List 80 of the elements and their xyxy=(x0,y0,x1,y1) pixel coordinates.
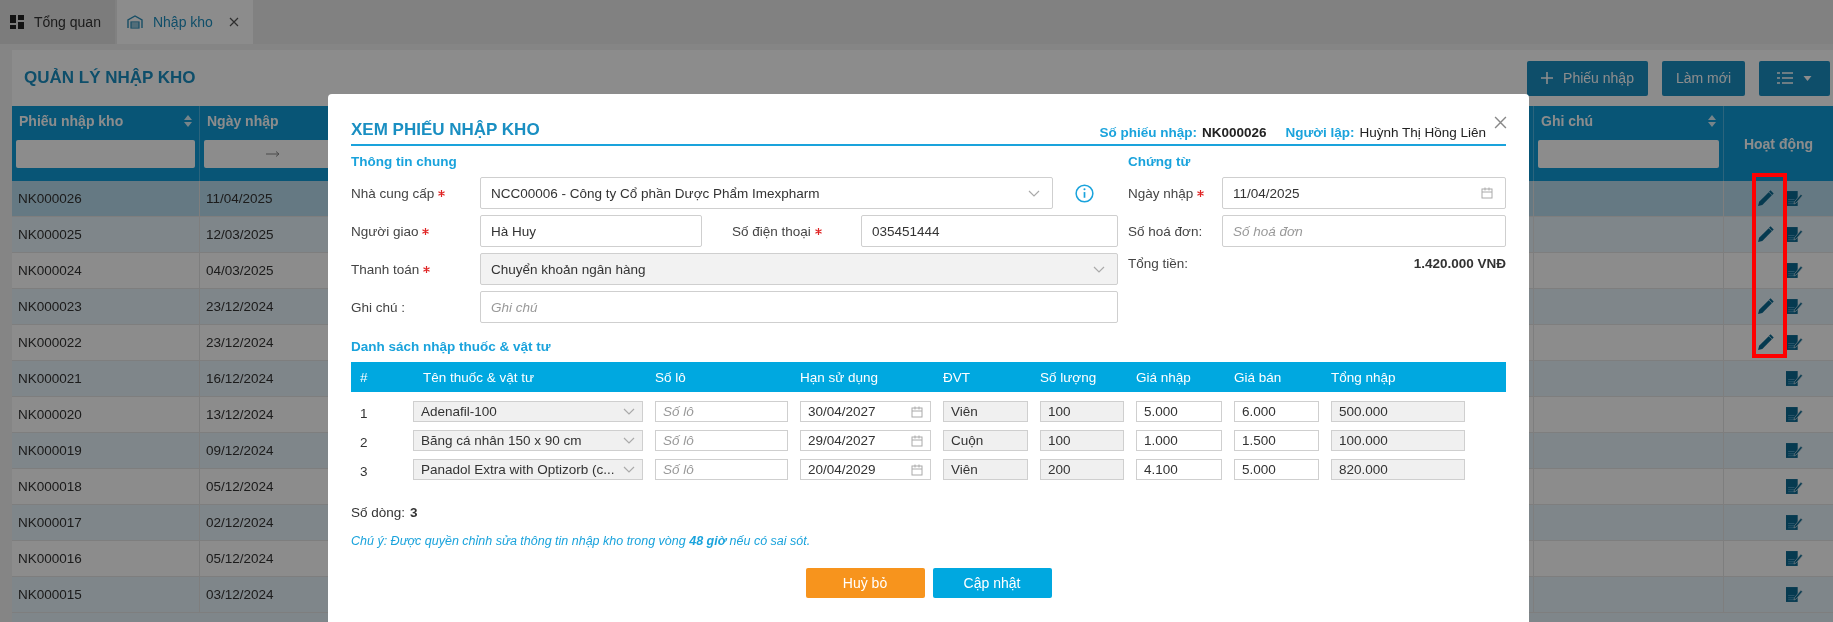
expiry-date-field[interactable]: 30/04/2027 xyxy=(800,401,931,422)
item-select[interactable]: Băng cá nhân 150 x 90 cm xyxy=(413,430,643,451)
header-label: Số lô xyxy=(655,369,687,385)
field-label: Số hoá đơn: xyxy=(1128,223,1204,239)
section-heading: Danh sách nhập thuốc & vật tư xyxy=(351,339,552,356)
sale-price-field[interactable]: 6.000 xyxy=(1234,401,1319,422)
header-label: Tổng nhập xyxy=(1331,369,1397,385)
sale-price-field[interactable]: 1.500 xyxy=(1234,430,1319,451)
table-cell: NK000017 xyxy=(12,505,200,540)
lot-field[interactable]: Số lô xyxy=(655,459,788,480)
header-label: Giá nhập xyxy=(1136,369,1192,385)
lot-field[interactable]: Số lô xyxy=(655,430,788,451)
quantity-field: 100 xyxy=(1040,401,1124,422)
sale-price-field[interactable]: 5.000 xyxy=(1234,459,1319,480)
table-cell: NK000026 xyxy=(12,181,200,216)
section-heading: Thông tin chung xyxy=(351,154,458,171)
field-label: Nhà cung cấp xyxy=(351,185,480,201)
header-label: Ghi chú xyxy=(1541,113,1594,129)
quantity-field: 200 xyxy=(1040,459,1124,480)
meta-value: Huỳnh Thị Hồng Liên xyxy=(1359,125,1486,140)
invoice-field[interactable]: Số hoá đơn xyxy=(1222,215,1506,247)
import-price-field[interactable]: 5.000 xyxy=(1136,401,1222,422)
tab-label: Nhập kho xyxy=(152,14,213,30)
meta-label: Người lập: xyxy=(1285,125,1355,140)
field-label: Thanh toán xyxy=(351,261,480,277)
field-label: Số điện thoại xyxy=(732,223,861,239)
unit-field: Viên xyxy=(943,401,1028,422)
meta-label: Số phiếu nhập: xyxy=(1099,125,1197,140)
header-label: Phiếu nhập kho xyxy=(19,113,124,129)
tab-label: Tổng quan xyxy=(34,14,101,30)
expiry-date-field[interactable]: 29/04/2027 xyxy=(800,430,931,451)
row-number: 1 xyxy=(359,404,369,423)
header-label: Số lượng xyxy=(1040,369,1098,385)
unit-field: Cuộn xyxy=(943,430,1028,451)
import-price-field[interactable]: 1.000 xyxy=(1136,430,1222,451)
header-label: Hoạt động xyxy=(1743,135,1814,152)
note-field[interactable]: Ghi chú xyxy=(480,291,1118,323)
row-count-label: Số dòng: xyxy=(351,505,406,520)
header-label: ĐVT xyxy=(943,369,971,385)
header-label: Giá bán xyxy=(1234,369,1283,385)
header-label: Hạn sử dụng xyxy=(800,369,880,385)
table-cell: NK000023 xyxy=(12,289,200,324)
row-count-value: 3 xyxy=(410,505,418,520)
section-heading: Chứng từ xyxy=(1128,154,1192,171)
phone-field[interactable]: 035451444 xyxy=(861,215,1118,247)
supplier-select[interactable]: NCC00006 - Công ty Cổ phần Dược Phẩm Imexpharm xyxy=(480,177,1053,209)
dialog-title: XEM PHIẾU NHẬP KHO xyxy=(351,120,540,140)
tab[interactable]: Tổng quan xyxy=(0,0,115,44)
header-label: # xyxy=(359,369,369,385)
header-label: Ngày nhập xyxy=(207,113,279,129)
page-title: QUẢN LÝ NHẬP KHO xyxy=(24,68,196,88)
line-total-field: 820.000 xyxy=(1331,459,1465,480)
table-cell: NK000015 xyxy=(12,577,200,612)
table-cell: NK000016 xyxy=(12,541,200,576)
item-select[interactable]: Adenafil-100 xyxy=(413,401,643,422)
table-cell: NK000019 xyxy=(12,433,200,468)
line-total-field: 100.000 xyxy=(1331,430,1465,451)
field-label: Ngày nhập xyxy=(1128,185,1222,201)
table-cell: NK000025 xyxy=(12,217,200,252)
table-cell: NK000021 xyxy=(12,361,200,396)
field-label: Ghi chú : xyxy=(351,299,407,315)
quantity-field: 100 xyxy=(1040,430,1124,451)
header-label: Tên thuốc & vật tư xyxy=(422,369,536,385)
table-cell: NK000020 xyxy=(12,397,200,432)
row-number: 2 xyxy=(359,433,369,452)
import-price-field[interactable]: 4.100 xyxy=(1136,459,1222,480)
line-total-field: 500.000 xyxy=(1331,401,1465,422)
table-cell: NK000022 xyxy=(12,325,200,360)
total-amount: 1.420.000 VNĐ xyxy=(1413,255,1506,271)
expiry-date-field[interactable]: 20/04/2029 xyxy=(800,459,931,480)
table-cell: NK000024 xyxy=(12,253,200,288)
deliverer-field[interactable]: Hà Huy xyxy=(480,215,702,247)
meta-value: NK000026 xyxy=(1202,125,1267,140)
date-field[interactable]: 11/04/2025 xyxy=(1222,177,1506,209)
field-label: Người giao xyxy=(351,223,480,239)
field-label: Tổng tiền: xyxy=(1128,255,1190,271)
unit-field: Viên xyxy=(943,459,1028,480)
table-cell: NK000018 xyxy=(12,469,200,504)
item-select[interactable]: Panadol Extra with Optizorb (c... xyxy=(413,459,643,480)
lot-field[interactable]: Số lô xyxy=(655,401,788,422)
